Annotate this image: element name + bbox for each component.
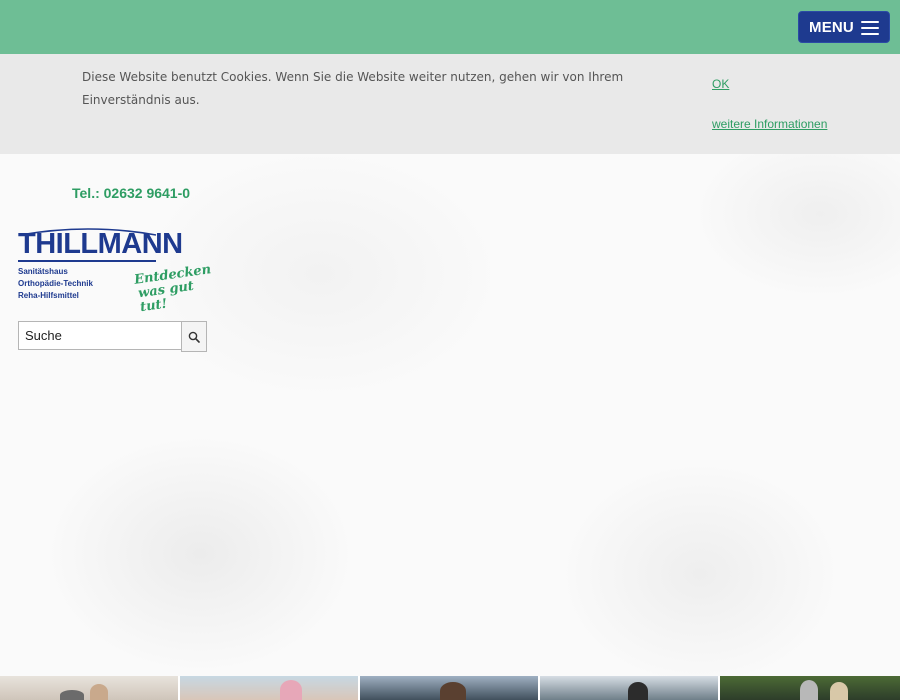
teaser-image-5[interactable] [720, 676, 900, 700]
search-button[interactable] [181, 321, 207, 352]
hamburger-icon [861, 21, 879, 35]
teaser-image-1[interactable] [0, 676, 178, 700]
logo-subline-3: Reha-Hilfsmittel [18, 291, 79, 300]
cookie-ok-link[interactable]: OK [712, 77, 729, 91]
logo-name: THILLMANN [18, 228, 183, 260]
logo-subline-2: Orthopädie-Technik [18, 279, 93, 288]
search-icon [188, 331, 200, 343]
teaser-image-4[interactable] [540, 676, 718, 700]
company-logo[interactable]: THILLMANN Sanitätshaus Orthopädie-Techni… [18, 226, 218, 315]
phone-number[interactable]: Tel.: 02632 9641-0 [72, 185, 190, 201]
search-form [18, 321, 207, 352]
cookie-notice: Diese Website benutzt Cookies. Wenn Sie … [0, 54, 900, 154]
menu-label: MENU [809, 18, 854, 36]
header-bar: MENU [0, 0, 900, 54]
teaser-image-3[interactable] [360, 676, 538, 700]
menu-button[interactable]: MENU [798, 11, 890, 43]
image-strip [0, 676, 900, 700]
logo-underline [18, 260, 156, 262]
teaser-image-2[interactable] [180, 676, 358, 700]
search-input[interactable] [18, 321, 182, 350]
cookie-more-info-link[interactable]: weitere Informationen [712, 117, 827, 131]
cookie-notice-text: Diese Website benutzt Cookies. Wenn Sie … [82, 70, 624, 107]
logo-subline-1: Sanitätshaus [18, 267, 68, 276]
